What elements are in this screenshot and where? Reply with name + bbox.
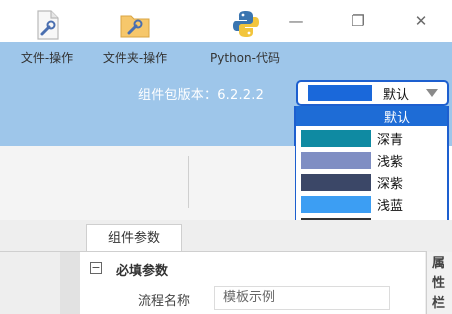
toolbar-divider	[188, 156, 189, 208]
restore-button[interactable]: ❐	[338, 0, 378, 42]
folder-operation-tool[interactable]: 文件夹-操作	[92, 4, 178, 72]
theme-option-default[interactable]: 默认	[296, 106, 447, 126]
theme-swatch	[301, 174, 371, 191]
theme-option-label: 默认	[384, 111, 411, 126]
process-name-label: 流程名称	[138, 294, 191, 309]
chevron-down-icon	[426, 89, 438, 97]
toolbar-item-label: Python-代码	[210, 51, 280, 65]
python-icon	[233, 11, 259, 37]
component-version-label: 组件包版本：6.2.2.2	[138, 88, 265, 103]
side-panel-label-char: 栏	[432, 296, 446, 311]
section-title: 必填参数	[116, 264, 169, 279]
theme-select[interactable]: 默认	[296, 80, 449, 106]
theme-option-light-blue[interactable]: 浅蓝	[296, 194, 447, 214]
python-code-tool[interactable]: Python-代码	[198, 4, 292, 72]
file-operation-tool[interactable]: 文件-操作	[10, 4, 84, 72]
property-side-panel[interactable]: 属 性 栏	[426, 252, 452, 314]
theme-dropdown-list: 默认 深青 浅紫 深紫 浅蓝 暗黑	[294, 106, 449, 238]
toolbar-item-label: 文件夹-操作	[102, 51, 168, 65]
folder-wrench-icon	[120, 15, 150, 38]
theme-option-light-purple[interactable]: 浅紫	[296, 150, 447, 170]
collapse-icon[interactable]: −	[90, 262, 102, 274]
theme-option-dark-cyan[interactable]: 深青	[296, 128, 447, 148]
selected-theme-label: 默认	[383, 88, 410, 103]
panel-gutter	[60, 252, 80, 314]
component-toolbar	[0, 146, 295, 220]
side-panel-label-char: 性	[432, 276, 446, 291]
theme-swatch	[301, 152, 371, 169]
process-name-input[interactable]: 模板示例	[214, 286, 390, 310]
theme-option-label: 深紫	[377, 177, 404, 192]
close-button[interactable]: ✕	[401, 0, 441, 42]
side-panel-label-char: 属	[432, 256, 446, 271]
file-wrench-icon	[37, 10, 59, 40]
theme-option-dark-purple[interactable]: 深紫	[296, 172, 447, 192]
theme-swatch	[301, 196, 371, 213]
theme-swatch	[301, 130, 371, 147]
tab-component-params[interactable]: 组件参数	[86, 224, 182, 252]
selected-theme-swatch	[308, 85, 372, 101]
theme-option-label: 浅蓝	[377, 199, 404, 214]
toolbar-item-label: 文件-操作	[20, 51, 74, 65]
theme-option-label: 浅紫	[377, 155, 404, 170]
theme-option-label: 深青	[377, 133, 404, 148]
